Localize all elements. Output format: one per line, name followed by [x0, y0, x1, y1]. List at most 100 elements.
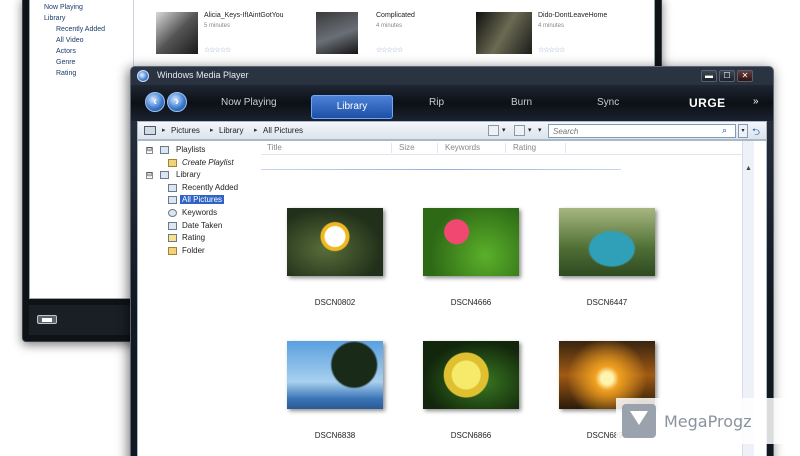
back-nav-rating[interactable]: Rating: [44, 68, 133, 79]
tab-sync[interactable]: Sync: [597, 97, 619, 108]
tree-item-library[interactable]: ⊟ Library: [138, 169, 258, 182]
video-title: Dido-DontLeaveHome: [538, 12, 608, 19]
expand-icon[interactable]: ⊟: [146, 147, 153, 154]
megaprogz-logo-icon: [622, 404, 656, 438]
navigation-tree: ⊟ Playlists Create Playlist ⊟ Library Re…: [138, 141, 258, 456]
maximize-button[interactable]: ☐: [719, 70, 735, 82]
tab-burn[interactable]: Burn: [511, 97, 532, 108]
title-bar[interactable]: Windows Media Player ▬ ☐ ✕: [131, 67, 773, 85]
layout-options-icon[interactable]: [514, 125, 525, 136]
tree-item-all-pictures[interactable]: All Pictures: [138, 194, 258, 207]
tree-item-create-playlist[interactable]: Create Playlist: [138, 157, 258, 170]
pictures-category-icon[interactable]: [144, 126, 156, 135]
tree-label-selected: All Pictures: [180, 195, 225, 205]
calendar-icon: [168, 221, 177, 230]
switch-to-compact-button[interactable]: [37, 315, 57, 324]
back-nav-actors[interactable]: Actors: [44, 46, 133, 57]
video-duration: 4 minutes: [376, 23, 403, 29]
column-divider[interactable]: [505, 143, 506, 153]
picture-caption: DSCN0802: [314, 298, 356, 307]
column-header: Title Size Keywords Rating: [261, 141, 754, 155]
video-thumbnail: [476, 12, 532, 54]
column-divider[interactable]: [391, 143, 392, 153]
tree-label: Create Playlist: [182, 157, 234, 167]
background-nav-tree: Now Playing Library Recently Added All V…: [30, 0, 134, 298]
rating-stars[interactable]: ☆☆☆☆☆: [538, 46, 565, 54]
close-button[interactable]: ✕: [737, 70, 753, 82]
video-thumbnail: [316, 12, 358, 54]
breadcrumb-library[interactable]: Library: [219, 126, 243, 135]
expand-icon[interactable]: ⊟: [146, 172, 153, 180]
video-duration: 5 minutes: [204, 23, 231, 29]
chevron-right-icon[interactable]: ▸: [162, 126, 166, 134]
window-title: Windows Media Player: [157, 70, 249, 80]
video-title: Alicia_Keys-IfIAintGotYou: [204, 12, 284, 19]
group-divider: [261, 169, 621, 170]
more-tabs-chevron-icon[interactable]: »: [753, 96, 759, 107]
forward-button[interactable]: ›: [167, 92, 187, 112]
watermark-text: MegaProgz: [664, 411, 752, 431]
folder-icon: [168, 246, 177, 255]
picture-caption: DSCN6447: [586, 298, 628, 307]
search-input[interactable]: [548, 124, 736, 138]
back-nav-now-playing[interactable]: Now Playing: [44, 2, 133, 13]
pictures-icon: [168, 196, 177, 205]
chevron-right-icon[interactable]: ▸: [254, 126, 258, 134]
picture-image: [423, 341, 519, 409]
search-icon[interactable]: ⌕: [722, 125, 727, 136]
back-nav-recently-added[interactable]: Recently Added: [44, 24, 133, 35]
tree-item-date-taken[interactable]: Date Taken: [138, 220, 258, 233]
rating-stars[interactable]: ☆☆☆☆☆: [376, 46, 403, 54]
tab-now-playing[interactable]: Now Playing: [221, 97, 277, 108]
tree-label: Rating: [182, 233, 206, 243]
back-nav-library[interactable]: Library: [44, 13, 133, 24]
minimize-button[interactable]: ▬: [701, 70, 717, 82]
create-playlist-icon: [168, 158, 177, 167]
tree-label: Playlists: [176, 145, 206, 154]
column-keywords[interactable]: Keywords: [445, 143, 480, 152]
tree-label: Recently Added: [182, 182, 239, 192]
breadcrumb-all-pictures[interactable]: All Pictures: [263, 126, 303, 135]
breadcrumb-pictures[interactable]: Pictures: [171, 126, 200, 135]
video-title: Complicated: [376, 12, 415, 19]
column-title[interactable]: Title: [267, 143, 282, 152]
chevron-right-icon[interactable]: ▸: [210, 126, 214, 134]
view-options-icon[interactable]: [488, 125, 499, 136]
column-size[interactable]: Size: [399, 143, 415, 152]
tree-label: Folder: [182, 245, 205, 255]
tree-item-rating[interactable]: Rating: [138, 232, 258, 245]
search-options-dropdown-icon[interactable]: ▾: [538, 126, 542, 134]
view-dropdown-icon[interactable]: ▾: [502, 126, 506, 134]
tree-item-recently-added[interactable]: Recently Added: [138, 182, 258, 195]
rating-stars[interactable]: ☆☆☆☆☆: [204, 46, 231, 54]
picture-image: [559, 208, 655, 276]
picture-image: [287, 341, 383, 409]
tree-item-keywords[interactable]: Keywords: [138, 207, 258, 220]
layout-dropdown-icon[interactable]: ▾: [528, 126, 532, 134]
back-button[interactable]: ‹: [145, 92, 165, 112]
picture-image: [423, 208, 519, 276]
star-icon: [168, 234, 177, 243]
picture-caption: DSCN6838: [314, 431, 356, 440]
urge-store-tab[interactable]: URGE: [689, 96, 726, 110]
column-divider[interactable]: [565, 143, 566, 153]
scroll-up-arrow-icon[interactable]: ▲: [745, 165, 752, 172]
library-icon: [160, 171, 169, 180]
tree-item-playlists[interactable]: ⊟ Playlists: [138, 144, 258, 157]
tree-item-folder[interactable]: Folder: [138, 245, 258, 258]
video-thumbnail: [156, 12, 198, 54]
back-nav-genre[interactable]: Genre: [44, 57, 133, 68]
column-rating[interactable]: Rating: [513, 143, 536, 152]
picture-caption: DSCN4666: [450, 298, 492, 307]
tab-library[interactable]: Library: [311, 95, 393, 119]
tab-rip[interactable]: Rip: [429, 97, 444, 108]
tree-label: Date Taken: [182, 220, 223, 230]
address-bar: ▸ Pictures ▸ Library ▸ All Pictures ▾ ▾ …: [137, 121, 767, 140]
tree-label: Library: [176, 170, 201, 180]
playlist-icon: [160, 146, 169, 154]
column-divider[interactable]: [437, 143, 438, 153]
search-dropdown-icon[interactable]: ▾: [738, 124, 748, 138]
back-nav-all-video[interactable]: All Video: [44, 35, 133, 46]
watermark: MegaProgz: [616, 398, 800, 444]
tree-label: Keywords: [182, 207, 218, 217]
